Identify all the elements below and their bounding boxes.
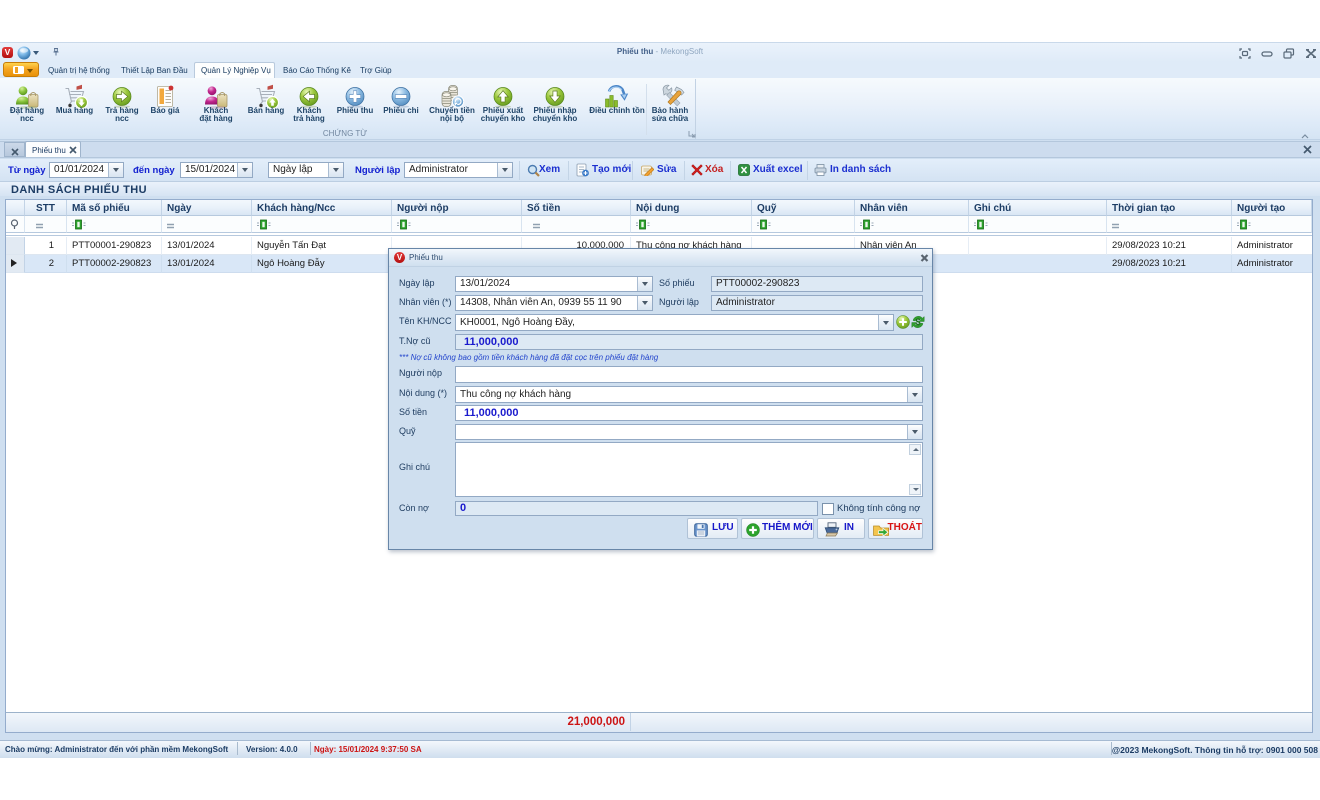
svg-text:$: $ [915, 317, 920, 327]
